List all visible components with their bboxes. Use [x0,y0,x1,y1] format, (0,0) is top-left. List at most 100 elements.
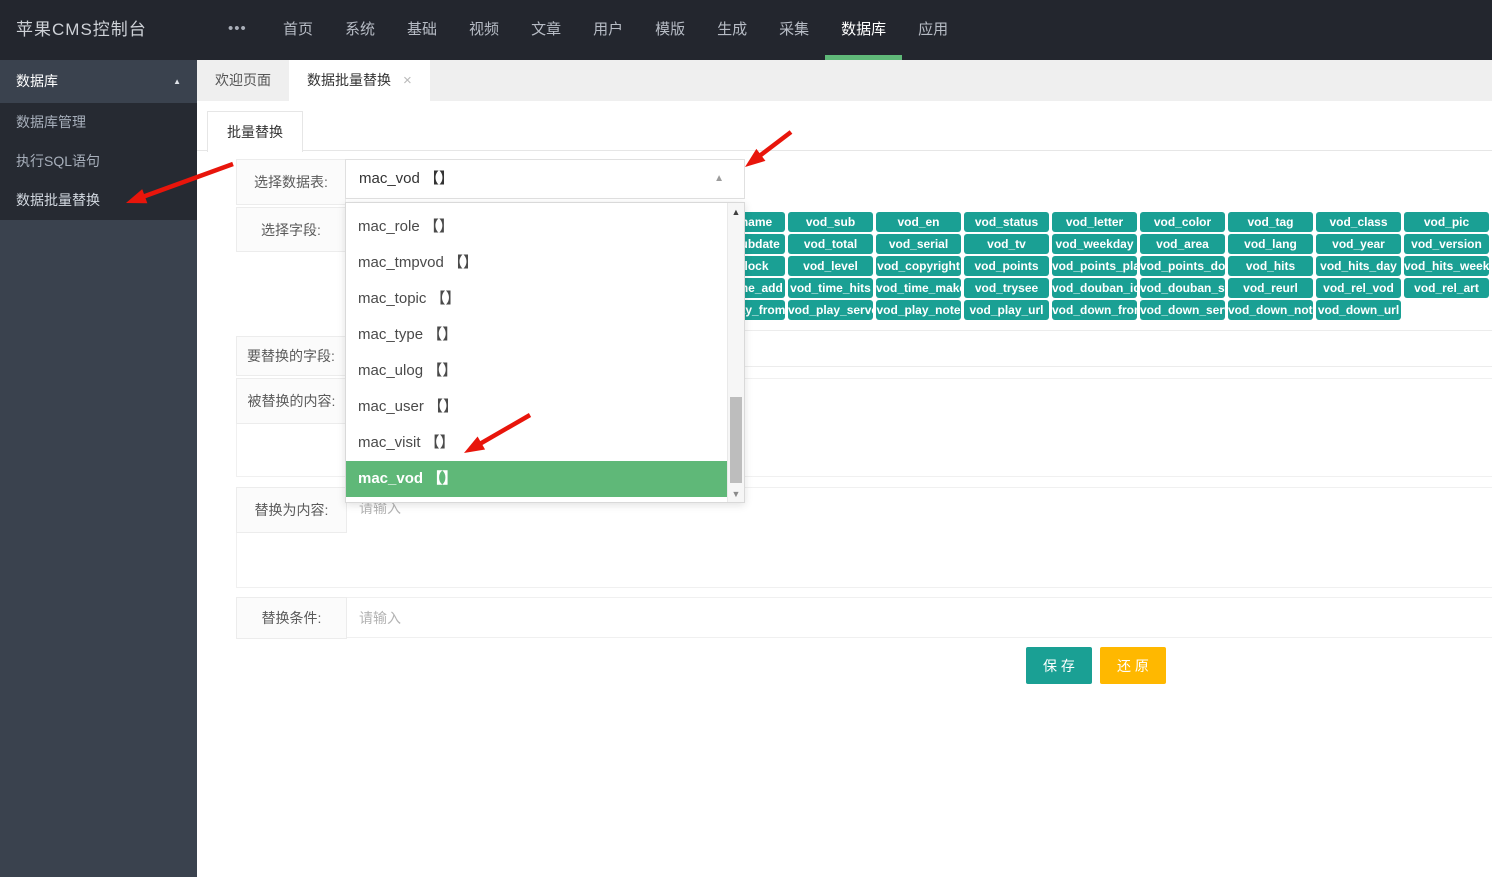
sidebar: 数据库 ▲ 数据库管理执行SQL语句数据批量替换 [0,60,197,877]
table-select[interactable]: mac_vod 【】 ▲ [345,159,745,199]
dropdown-option-mac_role[interactable]: mac_role 【】 [346,209,727,245]
dropdown-scrollbar[interactable]: ▲ ▼ [727,203,744,502]
top-navbar: 苹果CMS控制台 ••• 首页系统基础视频文章用户模版生成采集数据库应用 [0,0,1492,60]
top-menu-item-系统[interactable]: 系统 [329,0,391,60]
top-menu-item-基础[interactable]: 基础 [391,0,453,60]
field-tag-vod_down_server[interactable]: vod_down_server [1140,300,1225,320]
field-tag-label: vod_letter [1066,212,1123,232]
field-tag-vod_down_url[interactable]: vod_down_url [1316,300,1401,320]
field-tag-vod_rel_art[interactable]: vod_rel_art [1404,278,1489,298]
field-tag-label: vod_down_note [1228,300,1313,320]
replace-to-label: 替换为内容: [236,487,347,533]
tab-欢迎页面[interactable]: 欢迎页面 [197,60,289,101]
dropdown-option-mac_user[interactable]: mac_user 【】 [346,389,727,425]
field-tag-label: vod_douban_id [1052,278,1137,298]
field-tag-vod_rel_vod[interactable]: vod_rel_vod [1316,278,1401,298]
field-tag-vod_time_hits[interactable]: vod_time_hits [788,278,873,298]
tab-batch-replace[interactable]: 批量替换 [207,111,303,152]
field-tag-vod_version[interactable]: vod_version [1404,234,1489,254]
sidebar-item-数据批量替换[interactable]: 数据批量替换 [0,181,197,220]
field-tag-label: vod_reurl [1243,278,1298,298]
sidebar-collapse-icon[interactable]: ••• [228,0,247,60]
top-menu-item-视频[interactable]: 视频 [453,0,515,60]
field-tag-vod_points[interactable]: vod_points [964,256,1049,276]
field-tag-vod_weekday[interactable]: vod_weekday [1052,234,1137,254]
top-menu-item-用户[interactable]: 用户 [577,0,639,60]
field-tag-vod_sub[interactable]: vod_sub [788,212,873,232]
field-tag-label: vod_class [1329,212,1387,232]
top-menu-item-文章[interactable]: 文章 [515,0,577,60]
table-dropdown-options: mac_role 【】mac_tmpvod 【】mac_topic 【】mac_… [346,209,727,497]
field-tag-label: vod_version [1411,234,1482,254]
field-tag-vod_points_down[interactable]: vod_points_down [1140,256,1225,276]
field-tag-vod_lang[interactable]: vod_lang [1228,234,1313,254]
field-tag-vod_time_make[interactable]: vod_time_make [876,278,961,298]
sidebar-item-数据库管理[interactable]: 数据库管理 [0,103,197,142]
field-tag-vod_total[interactable]: vod_total [788,234,873,254]
field-tag-vod_play_note[interactable]: vod_play_note [876,300,961,320]
scrollbar-thumb[interactable] [730,397,742,483]
field-tag-vod_serial[interactable]: vod_serial [876,234,961,254]
field-tag-vod_color[interactable]: vod_color [1140,212,1225,232]
field-tag-label: vod_play_server [788,300,873,320]
field-tag-vod_down_note[interactable]: vod_down_note [1228,300,1313,320]
sidebar-item-执行SQL语句[interactable]: 执行SQL语句 [0,142,197,181]
restore-button[interactable]: 还 原 [1100,647,1166,684]
top-menu-item-数据库[interactable]: 数据库 [825,0,902,60]
field-tag-vod_tv[interactable]: vod_tv [964,234,1049,254]
tab-数据批量替换[interactable]: 数据批量替换× [289,60,430,101]
top-menu-item-模版[interactable]: 模版 [639,0,701,60]
field-tag-vod_area[interactable]: vod_area [1140,234,1225,254]
top-menu-item-生成[interactable]: 生成 [701,0,763,60]
sidebar-submenu: 数据库管理执行SQL语句数据批量替换 [0,103,197,220]
scroll-down-icon[interactable]: ▼ [728,489,744,499]
field-tag-label: vod_status [975,212,1038,232]
field-tag-vod_class[interactable]: vod_class [1316,212,1401,232]
condition-input[interactable] [347,598,1492,637]
close-icon[interactable]: × [403,73,412,88]
field-tag-vod_en[interactable]: vod_en [876,212,961,232]
field-tag-vod_play_server[interactable]: vod_play_server [788,300,873,320]
field-tag-vod_status[interactable]: vod_status [964,212,1049,232]
field-tag-label: vod_down_server [1140,300,1225,320]
field-tag-label: vod_hits_week [1404,256,1489,276]
replaced-content-label: 被替换的内容: [236,378,347,424]
field-tag-vod_hits_day[interactable]: vod_hits_day [1316,256,1401,276]
field-tag-vod_points_play[interactable]: vod_points_play [1052,256,1137,276]
save-button[interactable]: 保 存 [1026,647,1092,684]
app-title: 苹果CMS控制台 [16,0,147,60]
field-tag-label: vod_lang [1244,234,1297,254]
dropdown-option-mac_vod[interactable]: mac_vod 【】 [346,461,727,497]
field-tag-vod_pic[interactable]: vod_pic [1404,212,1489,232]
field-tag-vod_douban_score[interactable]: vod_douban_score [1140,278,1225,298]
field-tag-label: vod_points [974,256,1038,276]
field-tag-vod_trysee[interactable]: vod_trysee [964,278,1049,298]
field-tag-vod_hits[interactable]: vod_hits [1228,256,1313,276]
field-tag-vod_year[interactable]: vod_year [1316,234,1401,254]
field-tag-vod_down_from[interactable]: vod_down_from [1052,300,1137,320]
field-tag-vod_level[interactable]: vod_level [788,256,873,276]
dropdown-option-mac_ulog[interactable]: mac_ulog 【】 [346,353,727,389]
scroll-up-icon[interactable]: ▲ [728,207,744,217]
sidebar-group-database[interactable]: 数据库 ▲ [0,60,197,103]
top-menu-item-首页[interactable]: 首页 [267,0,329,60]
field-tag-label: vod_area [1156,234,1209,254]
top-menu-item-应用[interactable]: 应用 [902,0,964,60]
field-tag-vod_play_url[interactable]: vod_play_url [964,300,1049,320]
field-tag-vod_hits_week[interactable]: vod_hits_week [1404,256,1489,276]
field-tag-label: vod_points_down [1140,256,1225,276]
field-tag-vod_copyright[interactable]: vod_copyright [876,256,961,276]
field-tag-label: vod_color [1154,212,1211,232]
top-menu-item-采集[interactable]: 采集 [763,0,825,60]
field-tag-vod_reurl[interactable]: vod_reurl [1228,278,1313,298]
condition-label: 替换条件: [236,597,347,639]
dropdown-option-mac_tmpvod[interactable]: mac_tmpvod 【】 [346,245,727,281]
dropdown-option-mac_topic[interactable]: mac_topic 【】 [346,281,727,317]
field-tag-vod_douban_id[interactable]: vod_douban_id [1052,278,1137,298]
field-tag-vod_tag[interactable]: vod_tag [1228,212,1313,232]
dropdown-option-mac_visit[interactable]: mac_visit 【】 [346,425,727,461]
collapse-caret-icon: ▲ [173,60,181,103]
field-tag-vod_letter[interactable]: vod_letter [1052,212,1137,232]
dropdown-option-mac_type[interactable]: mac_type 【】 [346,317,727,353]
field-tag-label: vod_sub [806,212,855,232]
